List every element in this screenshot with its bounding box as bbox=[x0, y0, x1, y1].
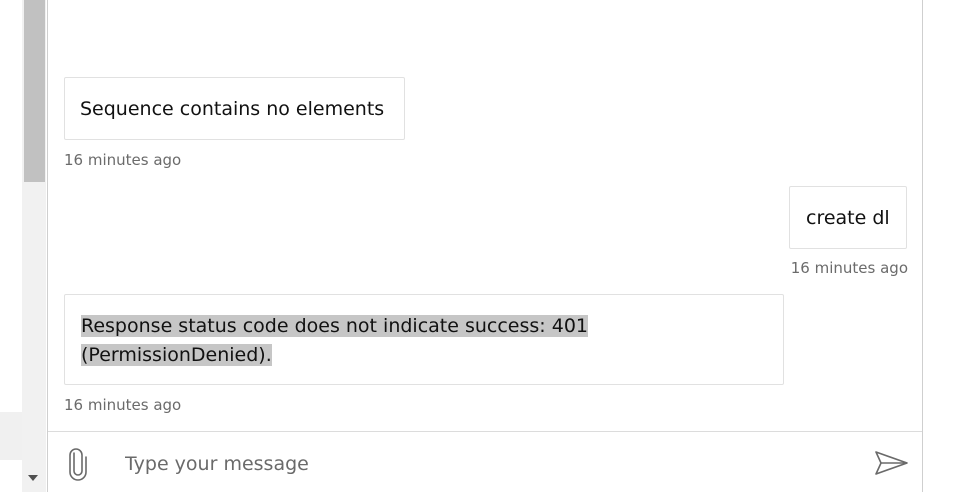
message-timestamp: 16 minutes ago bbox=[790, 259, 908, 277]
send-icon[interactable] bbox=[874, 449, 910, 477]
message-timestamp: 16 minutes ago bbox=[64, 151, 182, 169]
message-timestamp: 16 minutes ago bbox=[64, 396, 182, 414]
message-text: create dl bbox=[806, 207, 890, 229]
chat-pane: Sequence contains no elements 16 minutes… bbox=[47, 0, 923, 493]
scroll-down-arrow-icon[interactable] bbox=[28, 475, 38, 481]
paperclip-icon[interactable] bbox=[66, 447, 90, 481]
bot-message-bubble: Sequence contains no elements bbox=[64, 77, 405, 140]
message-text-line-2: (PermissionDenied). bbox=[81, 344, 272, 366]
bot-error-message-bubble: Response status code does not indicate s… bbox=[64, 294, 784, 385]
message-text-line-1: Response status code does not indicate s… bbox=[81, 315, 588, 337]
gutter-band bbox=[0, 412, 22, 460]
scrollbar-thumb[interactable] bbox=[24, 0, 45, 182]
user-message-bubble: create dl bbox=[789, 186, 907, 249]
message-text: Sequence contains no elements bbox=[80, 98, 385, 120]
message-input[interactable] bbox=[123, 446, 857, 482]
message-composer bbox=[48, 431, 922, 493]
